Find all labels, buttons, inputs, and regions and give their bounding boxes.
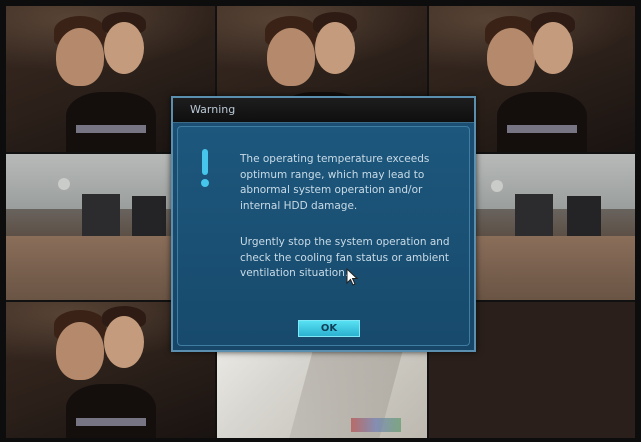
camera-overlay-label (76, 125, 146, 133)
exclamation-icon (200, 149, 210, 187)
mouse-cursor-icon (346, 268, 358, 286)
camera-overlay-label (507, 125, 577, 133)
ok-button[interactable]: OK (298, 320, 360, 337)
warning-message-1: The operating temperature exceeds optimu… (240, 153, 430, 212)
dialog-title-bar[interactable]: Warning (173, 98, 474, 123)
warning-dialog: Warning The operating temperature exceed… (171, 96, 476, 352)
dialog-body: The operating temperature exceeds optimu… (177, 126, 470, 346)
camera-overlay-label (76, 418, 146, 426)
dialog-title: Warning (190, 103, 236, 116)
camera-overlay-label (351, 418, 401, 432)
